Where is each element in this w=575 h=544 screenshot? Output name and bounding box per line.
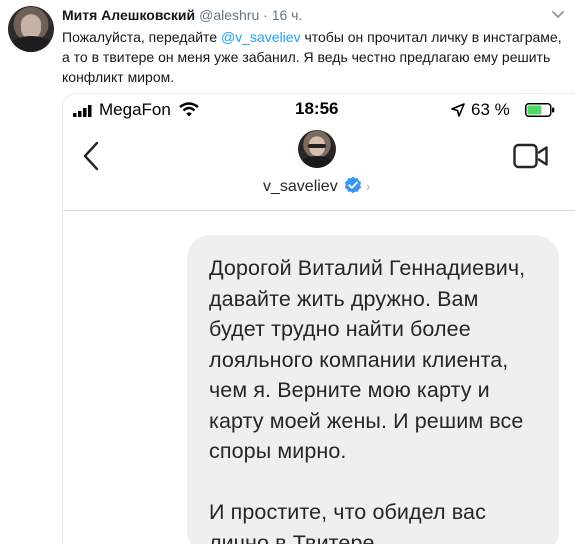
chat-header: v_saveliev ›: [63, 126, 575, 211]
contact-name[interactable]: v_saveliev: [263, 178, 338, 195]
contact-chevron-icon: ›: [365, 178, 371, 194]
avatar-shoulders: [10, 36, 52, 52]
phone-status-bar: MegaFon 18:56 63 %: [63, 94, 575, 126]
contact-avatar[interactable]: [298, 130, 336, 168]
message-bubble[interactable]: Дорогой Виталий Геннадиевич, давайте жит…: [187, 235, 559, 544]
location-arrow-icon: [451, 103, 465, 117]
author-name[interactable]: Митя Алешковский: [62, 7, 195, 23]
verified-badge-icon: [344, 176, 361, 194]
contact-avatar-suit: [301, 156, 333, 168]
tweet-header: Митя Алешковский @aleshru · 16 ч.: [62, 6, 302, 24]
author-handle[interactable]: @aleshru: [199, 7, 259, 23]
tweet-text-part: Пожалуйста, передайте: [62, 29, 221, 45]
mention-link[interactable]: @v_saveliev: [221, 29, 301, 45]
video-camera-icon[interactable]: [513, 142, 549, 170]
author-avatar[interactable]: [8, 6, 54, 52]
tweet-time[interactable]: 16 ч.: [272, 7, 303, 23]
message-text: Дорогой Виталий Геннадиевич, давайте жит…: [209, 256, 526, 544]
battery-icon: [525, 103, 555, 117]
carrier-name: MegaFon: [99, 100, 171, 119]
chevron-down-icon[interactable]: [551, 10, 565, 20]
chat-thread: Дорогой Виталий Геннадиевич, давайте жит…: [63, 211, 575, 544]
back-chevron-icon[interactable]: [79, 140, 103, 172]
wifi-icon: [179, 102, 199, 117]
contact-avatar-glasses: [308, 144, 326, 148]
tweet: Митя Алешковский @aleshru · 16 ч. Пожалуй…: [0, 0, 575, 544]
status-clock: 18:56: [295, 99, 339, 118]
signal-bars-icon: [73, 105, 92, 117]
tweet-text: Пожалуйста, передайте @v_saveliev чтобы …: [62, 27, 570, 87]
contact-title[interactable]: v_saveliev ›: [263, 176, 370, 198]
battery-fill: [527, 105, 542, 115]
battery-percent: 63 %: [471, 100, 510, 119]
tweet-separator: ·: [259, 7, 272, 23]
attached-screenshot[interactable]: MegaFon 18:56 63 % v_saveliev › Дорогой …: [62, 93, 575, 544]
